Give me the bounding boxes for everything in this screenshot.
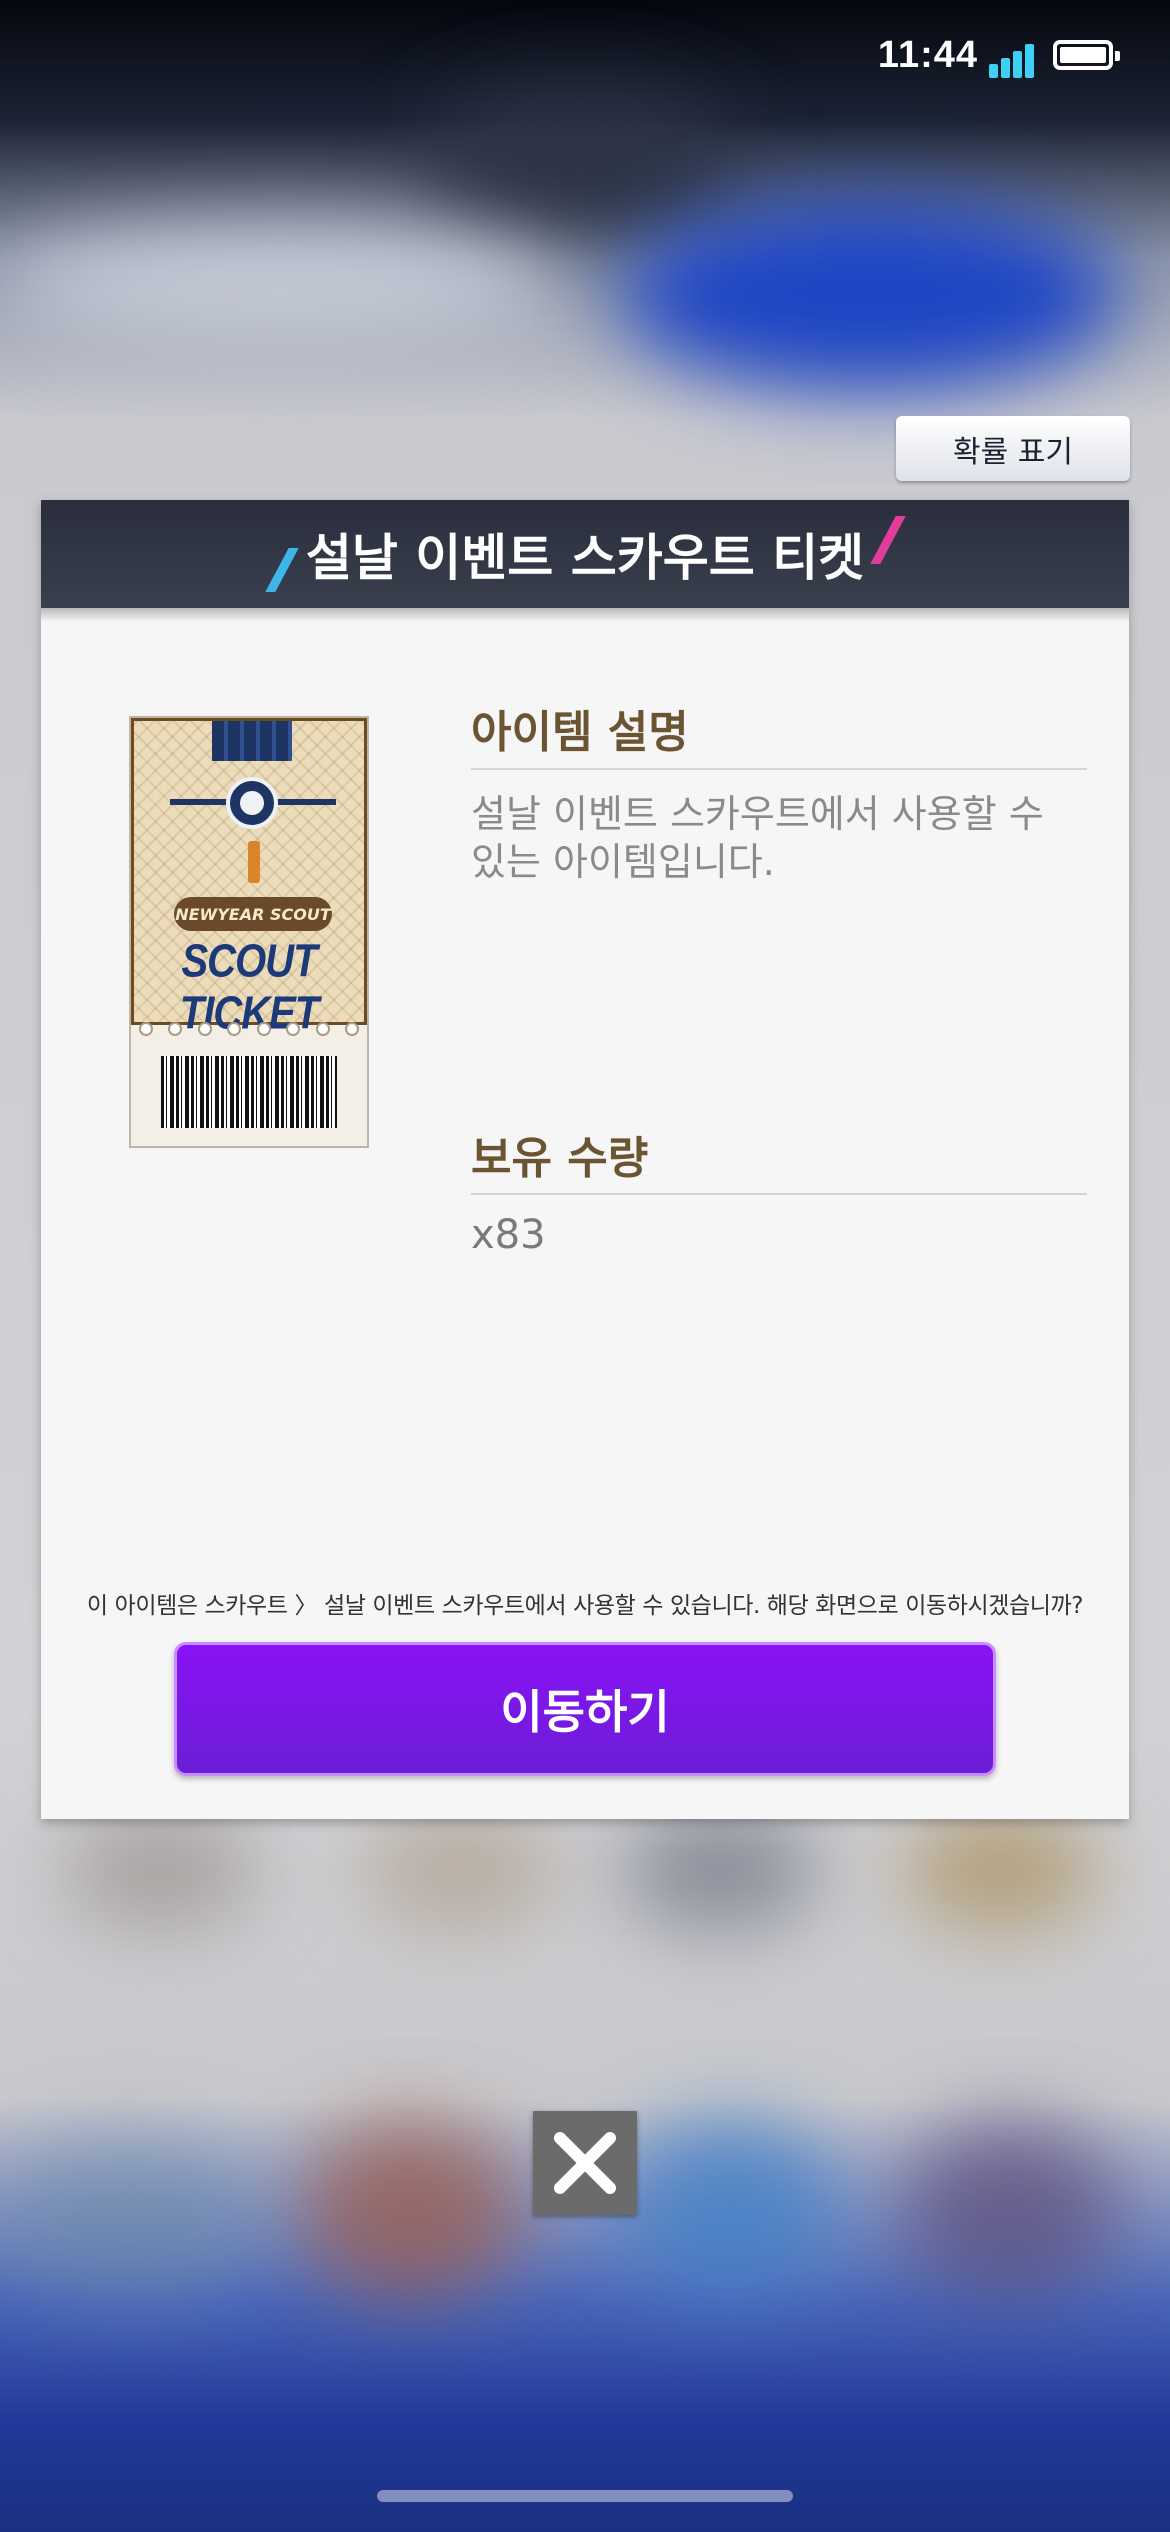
description-text: 설날 이벤트 스카우트에서 사용할 수 있는 아이템입니다. <box>471 792 1044 884</box>
battery-icon <box>1053 40 1120 70</box>
medal-icon <box>226 777 278 829</box>
home-indicator[interactable] <box>377 2490 793 2502</box>
go-button[interactable]: 이동하기 <box>174 1642 996 1776</box>
ticket-banner-text: NEWYEAR SCOUT <box>174 897 332 931</box>
pink-slash-decoration <box>870 516 906 564</box>
description-title: 아이템 설명 <box>471 707 689 758</box>
modal-title: 설날 이벤트 스카우트 티켓 <box>305 529 865 587</box>
barcode <box>161 1056 337 1128</box>
quantity-title: 보유 수량 <box>471 1133 649 1184</box>
close-icon <box>554 2132 616 2194</box>
item-info-modal: 설날 이벤트 스카우트 티켓 NEWYEAR SCOUT SCOUT TICKE… <box>41 500 1129 1819</box>
navigation-notice: 이 아이템은 스카우트 〉 설날 이벤트 스카우트에서 사용할 수 있습니다. … <box>86 1593 1084 1619</box>
modal-header: 설날 이벤트 스카우트 티켓 <box>41 500 1129 622</box>
scout-ticket-image: NEWYEAR SCOUT SCOUT TICKET <box>129 716 369 1148</box>
quantity-value: x83 <box>471 1212 546 1258</box>
signal-icon <box>989 42 1035 78</box>
close-button[interactable] <box>533 2111 637 2215</box>
status-time: 11:44 <box>877 34 978 76</box>
probability-display-button[interactable]: 확률 표기 <box>896 416 1130 481</box>
quantity-divider <box>471 1193 1087 1195</box>
status-bar: 11:44 <box>770 26 1170 86</box>
blue-slash-decoration <box>265 548 299 592</box>
description-divider <box>471 768 1087 770</box>
